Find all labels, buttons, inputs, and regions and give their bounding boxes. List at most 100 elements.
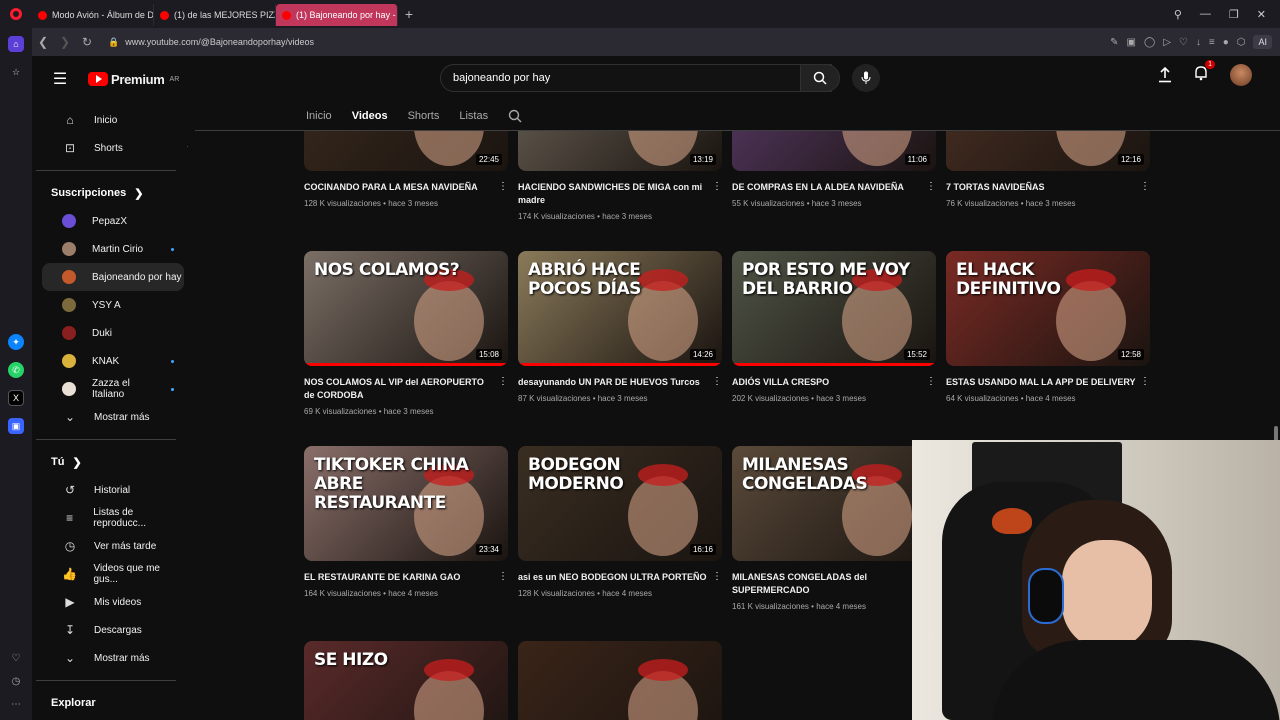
tab-videos[interactable]: Videos (352, 110, 388, 122)
shield-icon[interactable]: ◯ (1144, 37, 1155, 48)
video-title[interactable]: HACIENDO SANDWICHES DE MIGA con mi madre (518, 181, 708, 207)
more-actions-icon[interactable]: ⋮ (712, 571, 722, 598)
heart-icon[interactable]: ♡ (12, 653, 21, 664)
browser-tab[interactable]: Modo Avión - Álbum de D (32, 4, 154, 26)
tab-shorts[interactable]: Shorts (408, 110, 440, 122)
video-thumbnail[interactable]: TIKTOKER CHINA ABRE RESTAURANTE 23:34 (304, 446, 508, 561)
video-title[interactable]: ESTAS USANDO MAL LA APP DE DELIVERY (946, 376, 1136, 389)
messenger-icon[interactable]: ✦ (8, 334, 24, 350)
video-thumbnail[interactable]: SE HIZO (304, 641, 508, 720)
opera-logo-icon[interactable] (0, 0, 32, 28)
video-card[interactable]: TIKTOKER CHINA ABRE RESTAURANTE 23:34 EL R… (304, 446, 508, 598)
search-tabs-icon[interactable]: ⚲ (1174, 8, 1182, 21)
show-more-you[interactable]: ⌄ Mostrar más (42, 644, 184, 672)
video-card[interactable]: NAVIDAD DE LUJO12:16 7 TORTAS NAVIDEÑAS 76… (946, 131, 1150, 208)
download-icon[interactable]: ↓ (1196, 37, 1201, 48)
video-thumbnail[interactable]: 22:45 (304, 131, 508, 171)
youtube-premium-logo[interactable]: Premium AR (88, 72, 179, 87)
history-clock-icon[interactable]: ◷ (12, 676, 21, 687)
more-actions-icon[interactable]: ⋮ (1140, 181, 1150, 208)
notifications-button[interactable]: 1 (1194, 59, 1215, 86)
new-tab-button[interactable]: + (398, 3, 420, 25)
video-thumbnail[interactable]: ABRIÓ HACE POCOS DÍAS 14:26 (518, 251, 722, 366)
video-title[interactable]: MILANESAS CONGELADAS del SUPERMERCADO (732, 571, 922, 597)
ai-button[interactable]: AI (1253, 35, 1272, 49)
edit-icon[interactable]: ✎ (1110, 37, 1118, 48)
channel-search-icon[interactable] (508, 109, 522, 123)
hamburger-menu-icon[interactable]: ☰ (32, 69, 88, 89)
voice-search-button[interactable] (852, 64, 880, 92)
video-card[interactable]: SE HIZO VIRAL POR ESTO13:19 HACIENDO SAND… (518, 131, 722, 221)
tab-listas[interactable]: Listas (459, 110, 488, 122)
video-thumbnail[interactable]: POR ESTO ME VOY DEL BARRIO 15:52 (732, 251, 936, 366)
sidebar-subscription-item[interactable]: Zazza el Italiano (42, 375, 184, 403)
video-title[interactable]: COCINANDO PARA LA MESA NAVIDEÑA (304, 181, 494, 194)
video-card[interactable] (518, 641, 722, 720)
video-title[interactable]: 7 TORTAS NAVIDEÑAS (946, 181, 1136, 194)
extensions-icon[interactable]: ⬡ (1237, 37, 1246, 48)
sidebar-subscription-item[interactable]: YSY A (42, 291, 184, 319)
play-icon[interactable]: ▷ (1163, 37, 1171, 48)
video-title[interactable]: EL RESTAURANTE DE KARINA GAO (304, 571, 494, 584)
video-title[interactable]: NOS COLAMOS AL VIP del AEROPUERTO de COR… (304, 376, 494, 402)
back-button[interactable]: ❮ (32, 35, 54, 49)
forward-button[interactable]: ❯ (54, 35, 76, 49)
sidebar-subscription-item[interactable]: Martin Cirio (42, 235, 184, 263)
video-title[interactable]: asi es un NEO BODEGON ULTRA PORTEÑO (518, 571, 708, 584)
video-card[interactable]: SE HIZO (304, 641, 508, 720)
video-thumbnail[interactable]: NOS COLAMOS? 15:08 (304, 251, 508, 366)
more-icon[interactable]: ⋯ (11, 699, 21, 710)
sidebar-item-playlists[interactable]: ≡ Listas de reproducc... (42, 504, 184, 532)
maximize-button[interactable]: ❐ (1229, 8, 1239, 21)
profile-icon[interactable]: ● (1223, 37, 1229, 48)
x-icon[interactable]: X (8, 390, 24, 406)
video-title[interactable]: DE COMPRAS EN LA ALDEA NAVIDEÑA (732, 181, 922, 194)
sidebar-item-downloads[interactable]: ↧ Descargas (42, 616, 184, 644)
sidebar-subscription-item[interactable]: PepazX (42, 207, 184, 235)
minimize-button[interactable]: — (1200, 8, 1211, 20)
video-title[interactable]: ADIÓS VILLA CRESPO (732, 376, 922, 389)
upload-icon[interactable] (1158, 67, 1172, 83)
video-card[interactable]: ABRIÓ HACE POCOS DÍAS 14:26 desayunando UN… (518, 251, 722, 403)
video-thumbnail[interactable]: NAVIDAD DE LUJO12:16 (946, 131, 1150, 171)
home-icon[interactable]: ⌂ (8, 36, 24, 52)
camera-icon[interactable]: ▣ (1127, 37, 1136, 48)
video-card[interactable]: BODEGON MODERNO 16:16 asi es un NEO BODEGO… (518, 446, 722, 598)
sidebar-scroll-up-icon[interactable]: ▲ (186, 142, 188, 149)
sidebar-item-shorts[interactable]: ⊡ Shorts (42, 134, 184, 162)
video-title[interactable]: desayunando UN PAR DE HUEVOS Turcos (518, 376, 708, 389)
sidebar-item-my-videos[interactable]: ▶ Mis videos (42, 588, 184, 616)
more-actions-icon[interactable]: ⋮ (498, 376, 508, 416)
video-thumbnail[interactable]: MILANESAS CONGELADAS (732, 446, 936, 561)
bookmark-heart-icon[interactable]: ♡ (1179, 37, 1188, 48)
video-card[interactable]: EL HACK DEFINITIVO 12:58 ESTAS USANDO MAL … (946, 251, 1150, 403)
url-field[interactable]: 🔒 www.youtube.com/@Bajoneandoporhay/video… (108, 37, 314, 48)
video-card[interactable]: ALPARAMIS11:06 DE COMPRAS EN LA ALDEA NAV… (732, 131, 936, 208)
video-thumbnail[interactable]: SE HIZO VIRAL POR ESTO13:19 (518, 131, 722, 171)
menu-icon[interactable]: ≡ (1209, 37, 1215, 48)
sidebar-item-liked-videos[interactable]: 👍 Videos que me gus... (42, 560, 184, 588)
more-actions-icon[interactable]: ⋮ (926, 376, 936, 403)
video-thumbnail[interactable]: EL HACK DEFINITIVO 12:58 (946, 251, 1150, 366)
subscriptions-header[interactable]: Suscripciones ❯ (32, 179, 188, 207)
sidebar-subscription-item[interactable]: Bajoneando por hay (42, 263, 184, 291)
star-icon[interactable]: ☆ (8, 64, 24, 80)
sidebar-subscription-item[interactable]: Duki (42, 319, 184, 347)
video-card[interactable]: 22:45 COCINANDO PARA LA MESA NAVIDEÑA 128 … (304, 131, 508, 208)
video-thumbnail[interactable]: ALPARAMIS11:06 (732, 131, 936, 171)
video-thumbnail[interactable] (518, 641, 722, 720)
page-scrollbar[interactable] (1272, 112, 1280, 496)
instagram-icon[interactable]: ▣ (8, 418, 24, 434)
video-card[interactable]: MILANESAS CONGELADAS MILANESAS CONGELADAS… (732, 446, 936, 611)
close-window-button[interactable]: ✕ (1257, 8, 1266, 21)
sidebar-item-historial[interactable]: ↺ Historial (42, 476, 184, 504)
more-actions-icon[interactable]: ⋮ (712, 376, 722, 403)
browser-tab-active[interactable]: (1) Bajoneando por hay - (276, 4, 398, 26)
search-button[interactable] (800, 64, 840, 92)
video-card[interactable]: NOS COLAMOS? 15:08 NOS COLAMOS AL VIP del … (304, 251, 508, 416)
search-input[interactable]: bajoneando por hay ✕ (440, 64, 832, 92)
tab-inicio[interactable]: Inicio (306, 110, 332, 122)
more-actions-icon[interactable]: ⋮ (712, 181, 722, 221)
sidebar-item-watch-later[interactable]: ◷ Ver más tarde (42, 532, 184, 560)
sidebar-subscription-item[interactable]: KNAK (42, 347, 184, 375)
